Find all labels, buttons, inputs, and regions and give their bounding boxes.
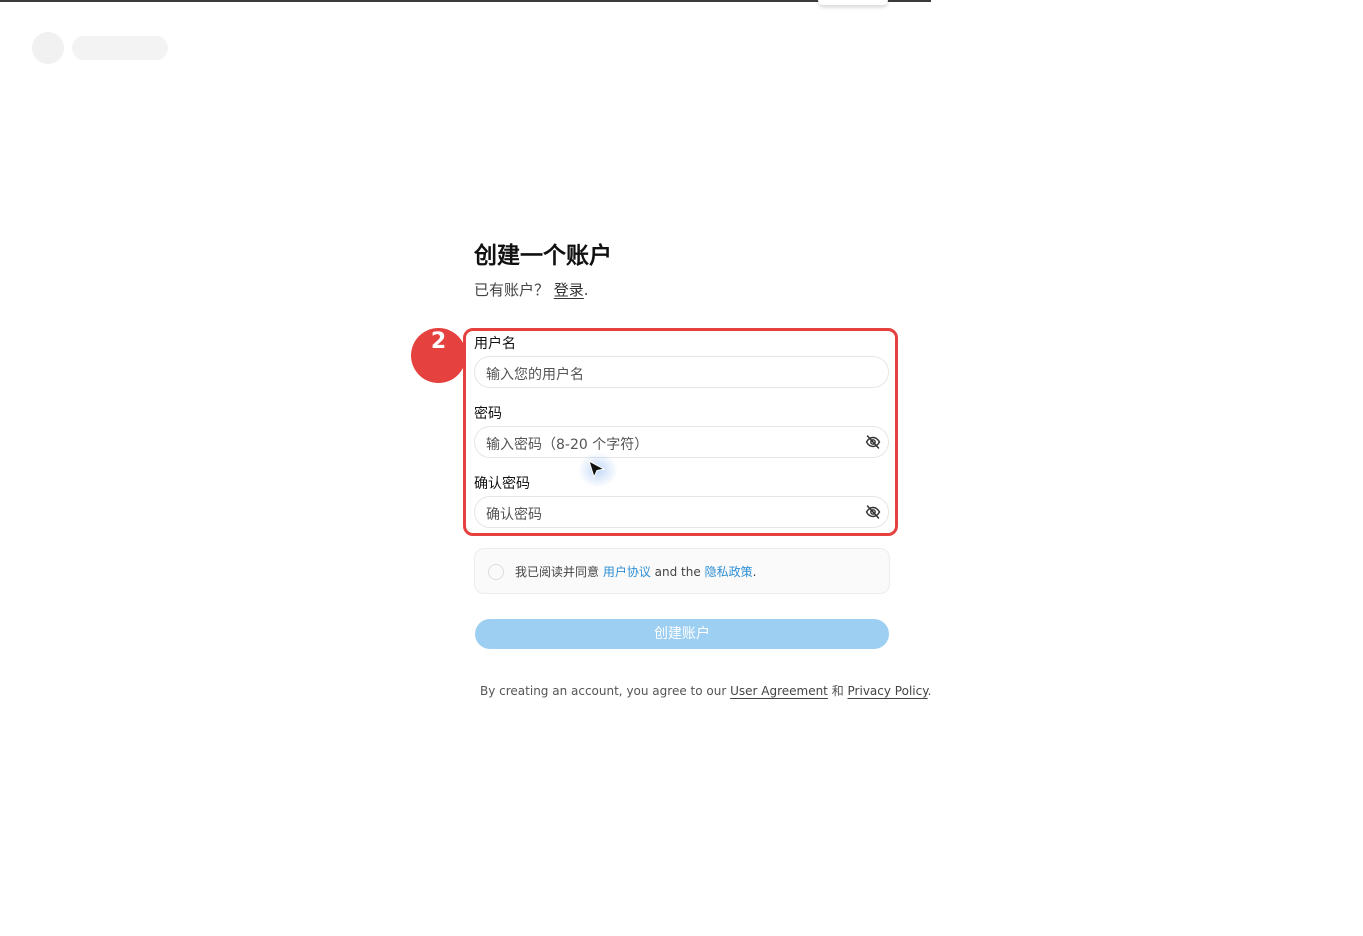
confirm-password-placeholder: 确认密码 bbox=[486, 507, 542, 523]
user-agreement-link[interactable]: 用户协议 bbox=[603, 565, 651, 579]
mouse-cursor-icon bbox=[588, 459, 606, 480]
login-prompt-suffix: . bbox=[583, 281, 589, 299]
username-label: 用户名 bbox=[474, 336, 516, 352]
logo-placeholder-text bbox=[72, 36, 168, 60]
confirm-password-label: 确认密码 bbox=[474, 476, 530, 492]
top-border bbox=[0, 0, 931, 2]
username-input[interactable]: 输入您的用户名 bbox=[474, 356, 889, 388]
terms-suffix: . bbox=[927, 684, 932, 698]
agreement-checkbox[interactable] bbox=[488, 564, 504, 580]
privacy-policy-link[interactable]: 隐私政策 bbox=[705, 565, 753, 579]
username-placeholder: 输入您的用户名 bbox=[486, 367, 584, 383]
step-number-badge: 2 bbox=[411, 328, 466, 383]
password-placeholder: 输入密码（8-20 个字符） bbox=[486, 437, 649, 453]
agreement-suffix: . bbox=[752, 565, 757, 579]
password-input[interactable]: 输入密码（8-20 个字符） bbox=[474, 426, 889, 458]
terms-prefix: By creating an account, you agree to our bbox=[480, 684, 731, 698]
terms-privacy-policy-link[interactable]: Privacy Policy bbox=[848, 684, 928, 698]
login-prompt: 已有账户？ 登录. bbox=[474, 279, 589, 300]
confirm-password-input[interactable]: 确认密码 bbox=[474, 496, 889, 528]
create-account-button[interactable]: 创建账户 bbox=[475, 619, 889, 649]
login-link[interactable]: 登录 bbox=[554, 281, 584, 299]
eye-off-icon[interactable] bbox=[865, 504, 881, 520]
top-dropdown-edge bbox=[818, 0, 888, 5]
logo-placeholder-icon bbox=[32, 32, 64, 64]
agreement-middle: and the bbox=[650, 565, 705, 579]
terms-user-agreement-link[interactable]: User Agreement bbox=[730, 684, 828, 698]
terms-middle: 和 bbox=[827, 684, 848, 698]
eye-off-icon[interactable] bbox=[865, 434, 881, 450]
page-title: 创建一个账户 bbox=[474, 243, 612, 269]
login-prompt-text: 已有账户？ bbox=[474, 281, 554, 299]
password-label: 密码 bbox=[474, 406, 502, 422]
agreement-text: 我已阅读并同意 用户协议 and the 隐私政策. bbox=[515, 563, 756, 580]
terms-notice: By creating an account, you agree to our… bbox=[480, 682, 931, 699]
agreement-box: 我已阅读并同意 用户协议 and the 隐私政策. bbox=[474, 548, 890, 594]
agreement-prefix: 我已阅读并同意 bbox=[515, 565, 603, 579]
